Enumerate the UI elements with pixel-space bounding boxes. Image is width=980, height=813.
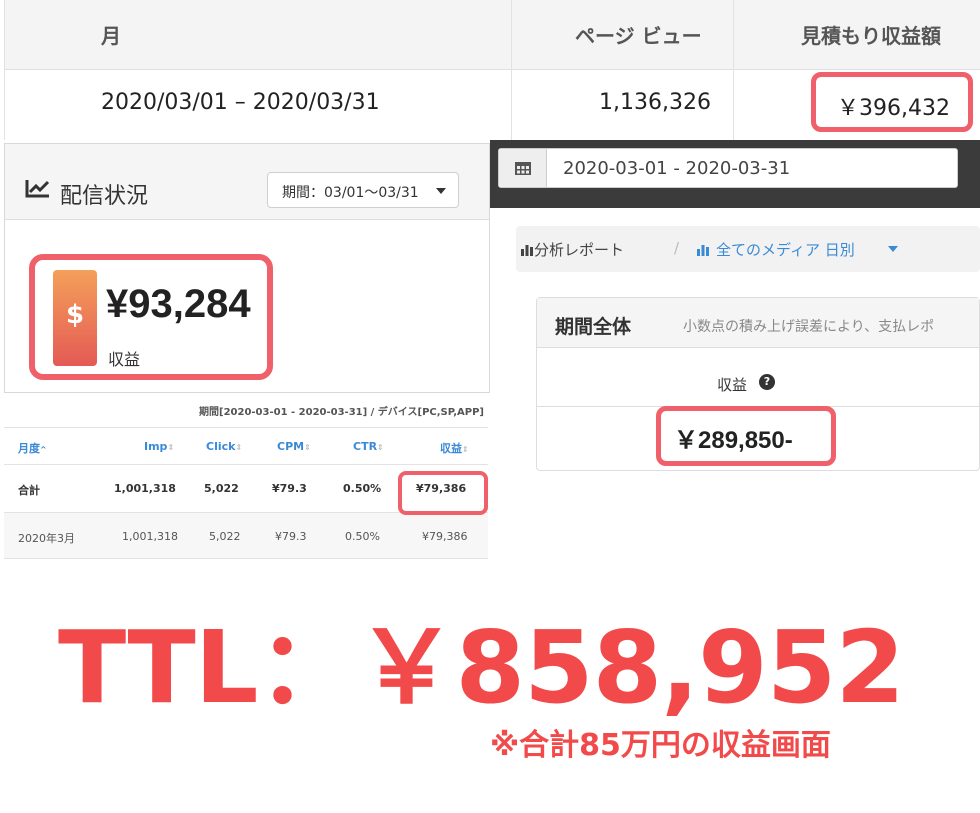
col-click[interactable]: Click⇕ — [206, 440, 242, 453]
revenue-label: 収益 — [108, 350, 141, 369]
col-revenue-label: 収益 — [440, 442, 462, 455]
estimate-table: 月 ページ ビュー 見積もり収益額 2020/03/01 – 2020/03/3… — [4, 0, 980, 140]
header-month: 月 — [101, 24, 121, 48]
col-imp-label: Imp — [144, 440, 168, 453]
breadcrumb: 分析レポート / 全てのメディア 日別 — [516, 226, 980, 272]
bar-chart-icon — [521, 245, 533, 256]
col-month-label: 月度 — [18, 442, 40, 455]
col-click-label: Click — [206, 440, 236, 453]
cell-cpm: ¥79.3 — [275, 530, 307, 543]
table-header-row: 月度^ Imp⇕ Click⇕ CPM⇕ CTR⇕ 収益⇕ — [4, 427, 488, 465]
breadcrumb-separator: / — [674, 239, 680, 257]
card-note: 小数点の積み上げ誤差により、支払レポ — [683, 319, 935, 335]
sort-icon: ⇕ — [304, 443, 311, 452]
date-range-value: 2020-03-01 - 2020-03-31 — [563, 158, 791, 179]
revenue-amount: ¥93,284 — [106, 282, 251, 326]
cell-month: 2020年3月 — [18, 532, 75, 545]
highlight-box — [398, 471, 488, 515]
dollar-icon: $ — [53, 270, 97, 366]
line-chart-icon — [25, 180, 50, 198]
total-note: ※合計85万円の収益画面 — [490, 728, 831, 763]
sort-asc-icon: ^ — [40, 445, 47, 454]
caret-down-icon — [436, 188, 446, 194]
column-divider — [511, 0, 512, 140]
calendar-addon — [499, 149, 547, 187]
cell-ctr: 0.50% — [345, 530, 380, 543]
monthly-table: 期間[2020-03-01 - 2020-03-31] / デバイス[PC,SP… — [4, 393, 488, 561]
cell-click: 5,022 — [209, 530, 241, 543]
header-estimated-revenue: 見積もり収益額 — [801, 24, 941, 48]
total-amount: TTL：￥858,952 — [58, 609, 905, 726]
sort-icon: ⇕ — [377, 443, 384, 452]
cell-period: 2020/03/01 – 2020/03/31 — [101, 90, 380, 115]
cell-page-views: 1,136,326 — [599, 90, 711, 115]
sort-icon: ⇕ — [462, 445, 469, 454]
breadcrumb-all-media-daily[interactable]: 全てのメディア 日別 — [716, 239, 855, 260]
table-filter-meta: 期間[2020-03-01 - 2020-03-31] / デバイス[PC,SP… — [199, 407, 484, 418]
col-cpm[interactable]: CPM⇕ — [277, 440, 311, 453]
col-revenue[interactable]: 収益⇕ — [440, 440, 469, 456]
col-ctr-label: CTR — [353, 440, 378, 453]
col-ctr[interactable]: CTR⇕ — [353, 440, 384, 453]
cell-revenue: ￥396,432 — [837, 96, 950, 121]
cell-imp: 1,001,318 — [114, 482, 176, 495]
cell-month: 合計 — [18, 484, 40, 497]
haishin-panel: 配信状況 期間：03/01～03/31 $ ¥93,284 収益 — [4, 143, 490, 393]
cell-revenue: ¥79,386 — [422, 530, 468, 543]
bar-chart-icon — [697, 245, 709, 256]
column-divider — [733, 0, 734, 140]
period-select-label: 期間：03/01～03/31 — [282, 185, 419, 201]
cell-imp: 1,001,318 — [122, 530, 178, 543]
period-select[interactable]: 期間：03/01～03/31 — [267, 172, 459, 208]
col-month[interactable]: 月度^ — [18, 440, 47, 456]
cell-ctr: 0.50% — [343, 482, 382, 495]
revenue-amount: ￥289,850- — [674, 427, 793, 454]
sort-icon: ⇕ — [167, 443, 175, 452]
help-icon[interactable]: ? — [759, 374, 775, 390]
caret-down-icon[interactable] — [888, 246, 898, 252]
cell-click: 5,022 — [204, 482, 239, 495]
col-imp[interactable]: Imp⇕ — [144, 440, 174, 453]
date-range-picker[interactable]: 2020-03-01 - 2020-03-31 — [498, 148, 958, 188]
cell-cpm: ¥79.3 — [272, 482, 307, 495]
col-cpm-label: CPM — [277, 440, 305, 453]
revenue-label: 収益 — [717, 376, 748, 394]
breadcrumb-analysis-report[interactable]: 分析レポート — [534, 239, 624, 260]
sort-icon: ⇕ — [235, 443, 243, 452]
calendar-icon — [515, 162, 531, 175]
header-page-views: ページ ビュー — [575, 24, 702, 48]
card-title: 期間全体 — [555, 316, 632, 338]
panel-title: 配信状況 — [60, 184, 149, 209]
analysis-panel: 2020-03-01 - 2020-03-31 分析レポート / 全てのメディア… — [490, 140, 980, 480]
date-bar: 2020-03-01 - 2020-03-31 — [490, 140, 980, 208]
table-row: 2020年3月 1,001,318 5,022 ¥79.3 0.50% ¥79,… — [4, 513, 488, 559]
